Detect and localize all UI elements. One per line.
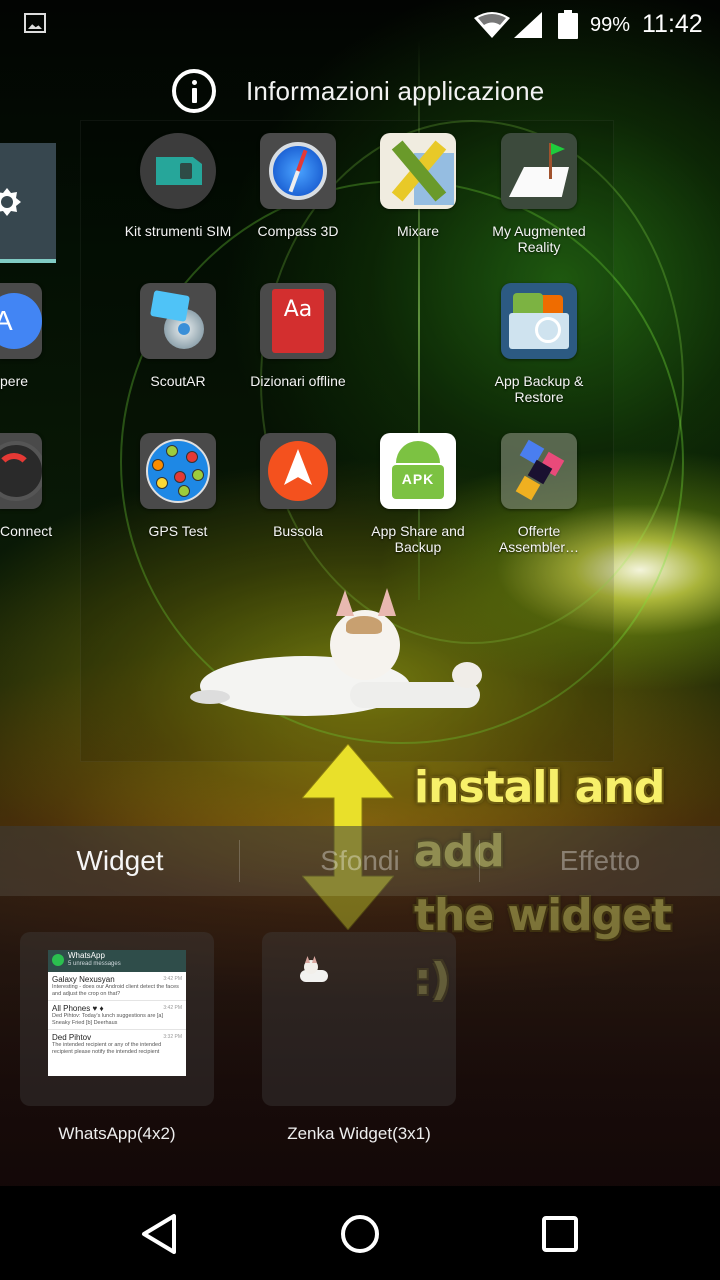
app-mixare[interactable]: Mixare — [358, 133, 478, 239]
app-label: Offerte Assembler… — [498, 523, 580, 555]
whatsapp-widget-preview[interactable]: WhatsApp 5 unread messages Galaxy Nexusy… — [48, 950, 186, 1076]
home-icon[interactable] — [330, 1210, 390, 1258]
clock: 11:42 — [642, 10, 703, 38]
scoutar-icon — [140, 283, 216, 359]
app-label: Compass 3D — [257, 223, 339, 239]
cell-signal-icon — [514, 12, 542, 38]
app-bussola[interactable]: Bussola — [238, 433, 358, 539]
battery-icon — [558, 10, 578, 39]
ar-board-flag-icon — [501, 133, 577, 209]
tab-widget[interactable]: Widget — [0, 826, 240, 896]
dragged-cat-widget[interactable] — [190, 586, 490, 726]
app-label: Bussola — [273, 523, 323, 539]
app-label: App Backup & Restore — [494, 373, 584, 405]
battery-percent: 99% — [590, 14, 631, 36]
app-info-label: Informazioni applicazione — [246, 75, 545, 106]
app-icon-blue-a[interactable]: A pere — [0, 283, 76, 389]
app-label: App Share and Backup — [371, 523, 465, 555]
app-scoutar[interactable]: ScoutAR — [118, 283, 238, 389]
compass-arrow-icon — [260, 433, 336, 509]
settings-page-preview[interactable] — [0, 143, 56, 263]
whatsapp-logo-icon — [52, 954, 64, 966]
recents-icon[interactable] — [530, 1210, 590, 1258]
app-label: My Augmented Reality — [492, 223, 586, 255]
app-compass-3d[interactable]: Compass 3D — [238, 133, 358, 239]
zenka-cat-preview-icon — [296, 956, 330, 986]
status-bar: 99% 11:42 — [0, 0, 720, 50]
dictionary-icon: Aa — [260, 283, 336, 359]
picker-tab-bar: Widget Sfondi Effetto — [0, 826, 720, 896]
wifi-icon — [474, 12, 510, 38]
app-backup-restore[interactable]: App Backup & Restore — [479, 283, 599, 405]
app-label: Kit strumenti SIM — [124, 223, 232, 239]
mixare-icon — [380, 133, 456, 209]
compass-icon — [260, 133, 336, 209]
apk-android-icon: APK — [380, 433, 456, 509]
navigation-bar — [0, 1186, 720, 1280]
widget-card-zenka[interactable] — [262, 932, 456, 1106]
app-share-and-backup[interactable]: APK App Share and Backup — [358, 433, 478, 555]
app-my-augmented-reality[interactable]: My Augmented Reality — [479, 133, 599, 255]
app-dizionari-offline[interactable]: Aa Dizionari offline — [238, 283, 358, 389]
app-backup-icon — [501, 283, 577, 359]
gear-icon — [0, 188, 21, 216]
sim-card-icon — [140, 133, 216, 209]
tab-sfondi[interactable]: Sfondi — [240, 826, 480, 896]
widget-label-whatsapp: WhatsApp(4x2) — [58, 1124, 176, 1143]
wifi-connect-icon — [0, 433, 42, 509]
app-icon-connect[interactable]: Connect — [0, 433, 76, 539]
app-label: GPS Test — [148, 523, 208, 539]
app-label: Dizionari offline — [250, 373, 346, 389]
app-kit-strumenti-sim[interactable]: Kit strumenti SIM — [118, 133, 238, 239]
offerte-assembler-icon — [501, 433, 577, 509]
tab-effetto[interactable]: Effetto — [480, 826, 720, 896]
blue-a-icon: A — [0, 283, 42, 359]
app-label: Connect — [0, 523, 53, 539]
widget-label-zenka: Zenka Widget(3x1) — [287, 1124, 431, 1143]
image-notification-icon — [24, 13, 46, 33]
app-label: Mixare — [396, 223, 439, 239]
app-offerte-assembler[interactable]: Offerte Assembler… — [479, 433, 599, 555]
app-label: ScoutAR — [150, 373, 206, 389]
list-item: Galaxy Nexusyan 3:42 PM Interesting - do… — [48, 972, 186, 1001]
gps-radar-icon — [140, 433, 216, 509]
back-icon[interactable] — [130, 1210, 190, 1258]
list-item: All Phones ♥ ♦ 3:42 PM Ded Pihtov: Today… — [48, 1001, 186, 1030]
list-item: Ded Pihtov 3:32 PM The intended recipien… — [52, 1033, 182, 1055]
app-info-drop-target[interactable]: Informazioni applicazione — [172, 66, 544, 116]
app-gps-test[interactable]: GPS Test — [118, 433, 238, 539]
page-indicator — [0, 259, 56, 263]
app-label: pere — [0, 373, 29, 389]
info-icon — [172, 69, 216, 113]
